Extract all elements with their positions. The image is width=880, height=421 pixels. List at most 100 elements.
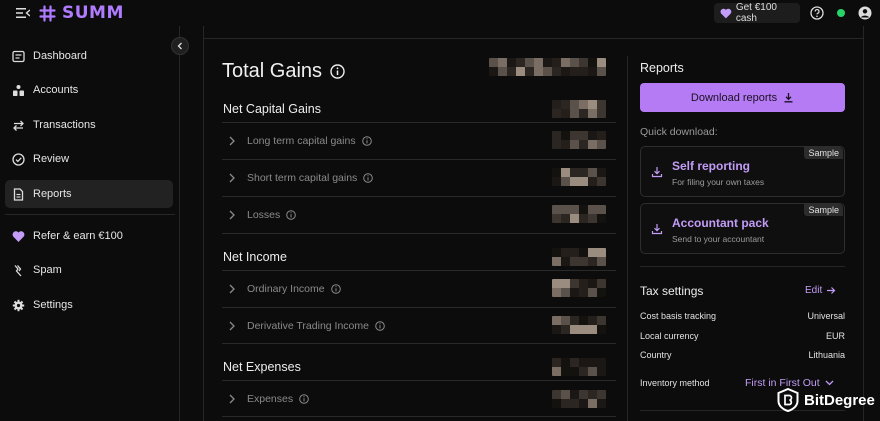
chevron-down-icon <box>825 380 834 386</box>
row-long-term-capital-gains[interactable]: Long term capital gains <box>222 122 616 159</box>
pixel-block <box>570 367 579 376</box>
download-icon <box>651 224 663 235</box>
pixel-block <box>588 100 597 109</box>
sidebar-item-dashboard[interactable]: Dashboard <box>5 42 173 70</box>
sidebar-collapse-button[interactable] <box>171 37 189 55</box>
pixel-block <box>570 58 579 67</box>
inventory-method-key: Inventory method <box>640 378 710 388</box>
pixel-block <box>561 100 570 109</box>
spam-icon <box>14 264 22 276</box>
accountant-pack-card[interactable]: Accountant pack Send to your accountant … <box>640 203 845 254</box>
pixel-block <box>561 109 570 118</box>
pixel-block <box>552 58 561 67</box>
net-capital-gains-value-hidden <box>552 100 606 118</box>
pixel-block <box>570 109 579 118</box>
sidebar-item-label: Dashboard <box>33 50 87 62</box>
get-cash-button[interactable]: Get €100 cash <box>714 2 800 24</box>
chevron-right-icon <box>229 136 235 146</box>
help-icon[interactable] <box>810 6 824 20</box>
pixel-block <box>561 367 570 376</box>
download-icon <box>651 167 663 178</box>
pixel-block <box>561 248 570 257</box>
row-ordinary-income[interactable]: Ordinary Income <box>222 270 616 307</box>
pixel-block <box>525 67 534 76</box>
sidebar-divider <box>5 214 175 215</box>
tax-settings-edit-link[interactable]: Edit <box>805 285 836 296</box>
section-net-income: Net Income <box>223 250 287 264</box>
row-losses[interactable]: Losses <box>222 196 616 233</box>
chevron-right-icon <box>229 173 235 183</box>
sidebar-item-accounts[interactable]: Accounts <box>5 76 173 104</box>
card-title: Accountant pack <box>672 216 769 230</box>
bitdegree-logo-icon <box>777 388 799 412</box>
pixel-block <box>597 358 606 367</box>
sidebar-item-refer[interactable]: Refer & earn €100 <box>5 222 173 250</box>
reports-title: Reports <box>640 61 684 75</box>
document-icon <box>13 187 24 201</box>
info-icon[interactable] <box>363 173 374 183</box>
sidebar-item-label: Reports <box>33 188 72 200</box>
pixel-block <box>552 367 561 376</box>
sidebar-item-spam[interactable]: Spam <box>5 256 173 284</box>
row-derivative-trading-income[interactable]: Derivative Trading Income <box>222 307 616 344</box>
pixel-block <box>597 100 606 109</box>
pixel-block <box>552 109 561 118</box>
cost-basis-key: Cost basis tracking <box>640 311 717 321</box>
pixel-block <box>588 358 597 367</box>
sidebar-item-transactions[interactable]: Transactions <box>5 111 173 139</box>
user-icon[interactable] <box>858 6 872 20</box>
pixel-block <box>570 358 579 367</box>
pixel-block <box>570 67 579 76</box>
tax-settings-divider <box>640 266 845 267</box>
cost-basis-value: Universal <box>807 311 845 321</box>
pixel-block <box>570 100 579 109</box>
info-icon[interactable] <box>299 394 309 404</box>
info-icon[interactable] <box>286 210 297 220</box>
info-icon[interactable] <box>361 136 372 146</box>
accounts-icon <box>13 84 24 96</box>
pixel-block <box>489 58 498 67</box>
row-label: Ordinary Income <box>247 283 325 295</box>
pixel-block <box>552 67 561 76</box>
app-logo[interactable]: SUMM <box>39 3 124 23</box>
summ-logo-icon <box>39 4 56 22</box>
row-short-term-capital-gains[interactable]: Short term capital gains <box>222 159 616 196</box>
sample-badge[interactable]: Sample <box>804 204 843 216</box>
card-subtitle: For filing your own taxes <box>672 177 765 187</box>
card-title: Self reporting <box>672 159 751 173</box>
pixel-block <box>561 358 570 367</box>
pixel-block <box>579 109 588 118</box>
info-icon[interactable] <box>330 284 341 294</box>
sidebar-item-label: Settings <box>33 299 73 311</box>
sidebar-item-settings[interactable]: Settings <box>5 291 173 319</box>
info-icon[interactable] <box>330 64 345 79</box>
self-reporting-card[interactable]: Self reporting For filing your own taxes… <box>640 146 845 197</box>
local-currency-value: EUR <box>825 331 845 341</box>
download-icon <box>784 93 793 103</box>
sample-badge[interactable]: Sample <box>804 147 843 159</box>
menu-toggle-icon[interactable] <box>16 7 30 19</box>
sidebar-item-label: Accounts <box>33 84 79 96</box>
pixel-block <box>516 58 525 67</box>
row-expenses[interactable]: Expenses <box>222 380 616 417</box>
chevron-right-icon <box>229 284 235 294</box>
quick-download-label: Quick download: <box>640 126 718 138</box>
info-icon[interactable] <box>375 321 385 331</box>
sidebar-item-reports[interactable]: Reports <box>5 180 173 208</box>
pixel-block <box>588 257 597 266</box>
watermark-text: BitDegree <box>804 391 875 409</box>
bitdegree-watermark: BitDegree <box>777 388 875 412</box>
logo-text: SUMM <box>62 3 124 23</box>
sidebar-item-review[interactable]: Review <box>5 145 173 173</box>
row-label: Short term capital gains <box>247 172 358 184</box>
pixel-block <box>552 248 561 257</box>
pixel-block <box>552 358 561 367</box>
country-value: Lithuania <box>808 350 845 360</box>
main-top-divider <box>203 38 864 39</box>
chevron-left-icon <box>177 42 182 50</box>
download-reports-button[interactable]: Download reports <box>640 83 845 112</box>
pixel-block <box>489 67 498 76</box>
page-title: Total Gains <box>222 60 345 83</box>
chevron-right-icon <box>229 394 235 404</box>
net-income-value-hidden <box>552 248 606 266</box>
